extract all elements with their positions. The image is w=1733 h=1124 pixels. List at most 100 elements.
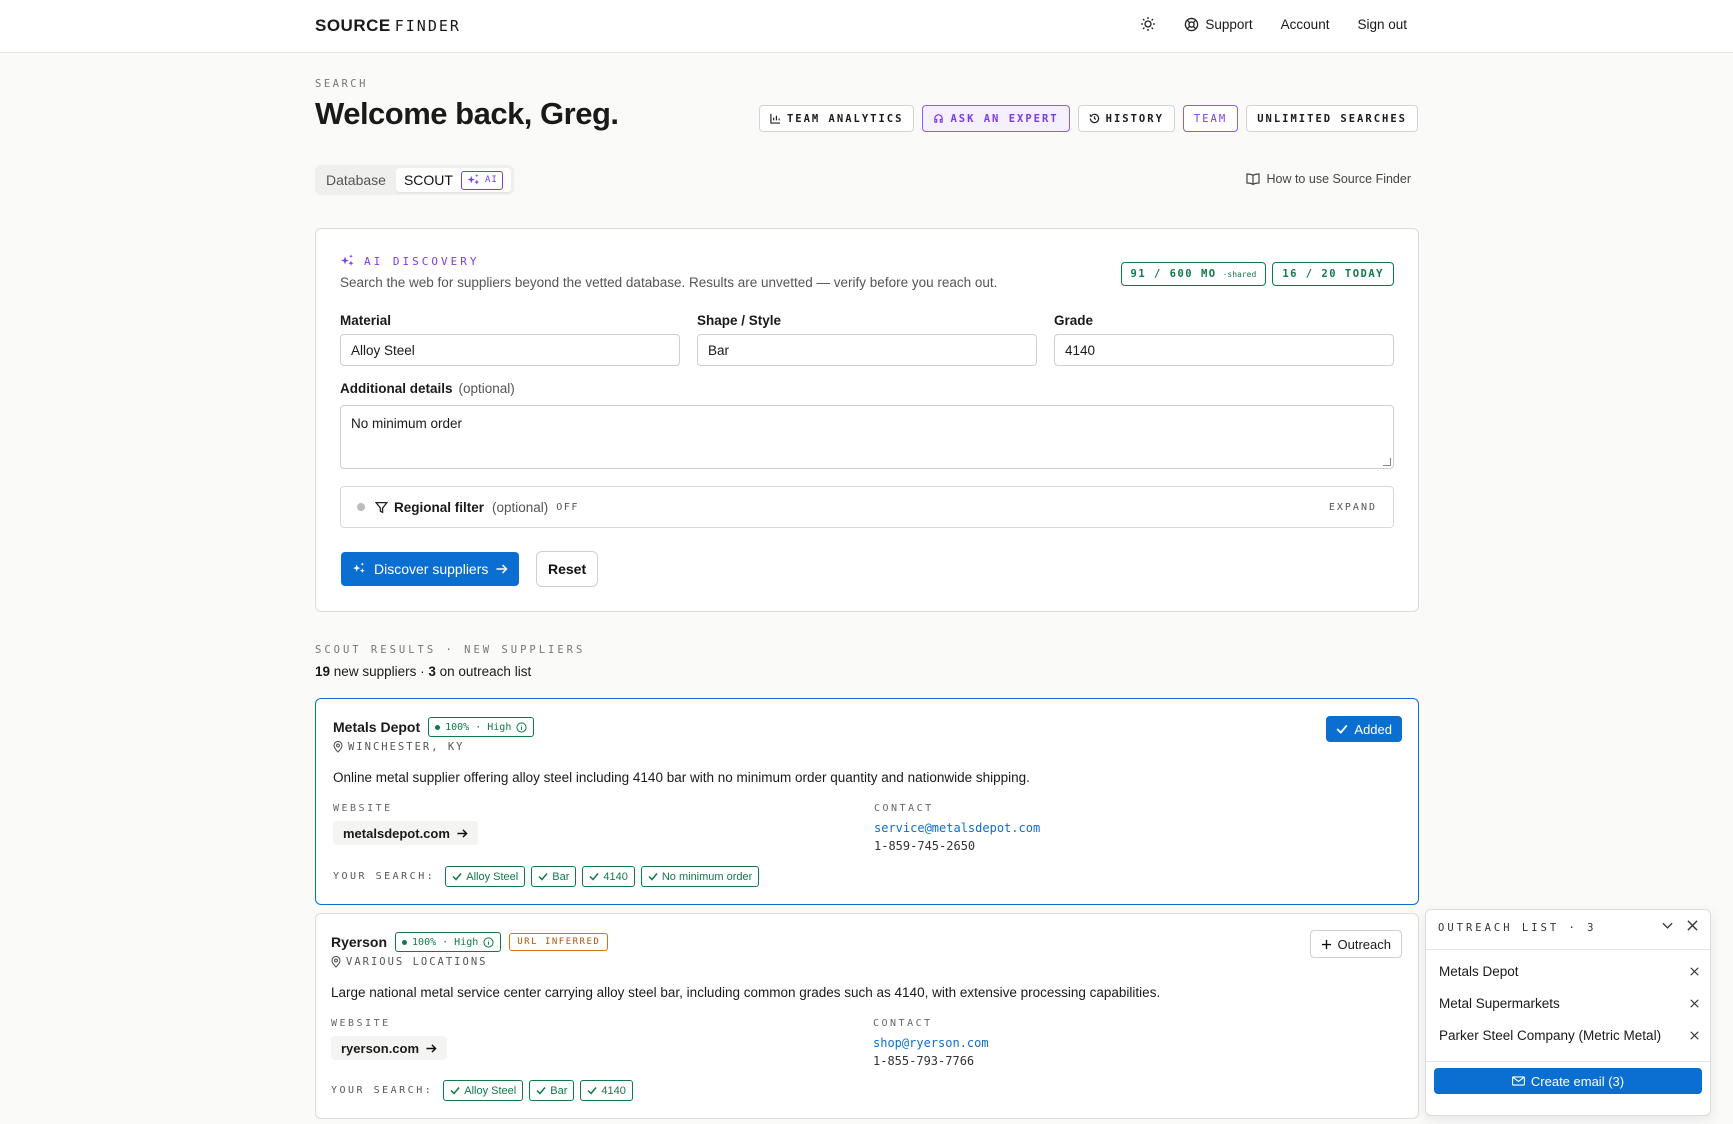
divider — [1426, 949, 1710, 950]
mode-database-tab[interactable]: Database — [318, 168, 394, 192]
bar-chart-icon — [770, 113, 781, 124]
monthly-quota-note: ·shared — [1222, 269, 1257, 279]
quota-badges: 91 / 600 MO ·shared 16 / 20 TODAY — [1120, 262, 1394, 286]
check-icon — [648, 873, 658, 881]
match-chip-text: Alloy Steel — [466, 870, 519, 883]
arrow-right-icon — [457, 828, 468, 838]
website-link[interactable]: metalsdepot.com — [333, 821, 478, 845]
ask-expert-label: ASK AN EXPERT — [950, 112, 1059, 125]
material-input[interactable]: Alloy Steel — [340, 334, 680, 366]
remove-icon[interactable] — [1690, 1031, 1699, 1040]
map-pin-icon — [333, 741, 343, 753]
discover-suppliers-button[interactable]: Discover suppliers — [341, 552, 520, 586]
regional-status-dot — [357, 503, 365, 511]
ai-discovery-card: AI DISCOVERY Search the web for supplier… — [315, 228, 1419, 612]
how-to-link[interactable]: How to use Source Finder — [1246, 172, 1411, 186]
match-chip: 4140 — [582, 866, 635, 887]
match-chip: Alloy Steel — [445, 866, 526, 887]
regional-expand-button[interactable]: EXPAND — [1329, 502, 1377, 513]
support-label: Support — [1205, 16, 1253, 32]
results-count: 19 new suppliers · 3 on outreach list — [315, 664, 531, 679]
close-icon[interactable] — [1687, 920, 1698, 931]
match-chip: Bar — [531, 866, 577, 887]
add-to-outreach-button[interactable]: Outreach — [1309, 930, 1402, 958]
shape-field: Shape / Style Bar — [697, 313, 1037, 366]
result-card-metals-depot[interactable]: Metals Depot 100% · High WINCHESTER, KY … — [315, 698, 1419, 905]
grade-input[interactable]: 4140 — [1054, 334, 1394, 366]
match-chip-text: Bar — [552, 870, 570, 883]
supplier-location-text: WINCHESTER, KY — [348, 741, 465, 753]
outreach-label: Outreach — [1337, 936, 1391, 952]
confidence-dot — [435, 724, 441, 730]
brand-logo[interactable]: SOURCE FINDER — [315, 16, 461, 36]
contact-email[interactable]: shop@ryerson.com — [873, 1036, 989, 1050]
additional-details-textarea[interactable]: No minimum order — [340, 405, 1394, 469]
remove-icon[interactable] — [1690, 967, 1699, 976]
contact-email[interactable]: service@metalsdepot.com — [874, 821, 1040, 835]
contact-heading: CONTACT — [873, 1018, 933, 1029]
ai-badge: AI — [460, 170, 503, 190]
result-card-ryerson[interactable]: Ryerson 100% · High URL INFERRED VARIOUS… — [315, 913, 1419, 1119]
remove-icon[interactable] — [1690, 999, 1699, 1008]
added-button[interactable]: Added — [1326, 716, 1402, 742]
team-analytics-button[interactable]: TEAM ANALYTICS — [758, 105, 915, 132]
daily-quota-badge: 16 / 20 TODAY — [1272, 262, 1394, 286]
shape-input[interactable]: Bar — [697, 334, 1037, 366]
regional-filter-optional: (optional) — [492, 499, 549, 515]
supplier-description: Large national metal service center carr… — [331, 985, 1161, 1000]
chevron-down-icon[interactable] — [1662, 922, 1673, 930]
map-pin-icon — [331, 956, 341, 968]
supplier-location: VARIOUS LOCATIONS — [331, 956, 487, 968]
history-button[interactable]: HISTORY — [1077, 105, 1175, 132]
info-icon — [516, 721, 527, 733]
grade-label: Grade — [1054, 313, 1094, 328]
website-heading: WEBSITE — [331, 1018, 391, 1029]
account-link[interactable]: Account — [1281, 17, 1330, 32]
confidence-badge[interactable]: 100% · High — [428, 717, 535, 737]
additional-details-title: Additional details — [340, 381, 453, 396]
mail-icon — [1511, 1076, 1525, 1086]
ai-discovery-label: AI DISCOVERY — [340, 254, 479, 269]
supplier-location-text: VARIOUS LOCATIONS — [346, 956, 488, 968]
support-link[interactable]: Support — [1184, 16, 1253, 32]
confidence-value: 100% · High — [445, 721, 512, 733]
confidence-badge[interactable]: 100% · High — [395, 932, 502, 952]
page-title: Welcome back, Greg. — [315, 96, 619, 131]
outreach-panel-controls — [1662, 920, 1698, 931]
mode-scout-tab[interactable]: SCOUT AI — [395, 168, 511, 192]
regional-filter-label: Regional filter — [394, 499, 485, 515]
check-icon — [538, 873, 548, 881]
check-icon — [1336, 724, 1348, 734]
sparkles-icon — [341, 254, 354, 266]
monthly-quota-value: 91 / 600 MO — [1130, 268, 1217, 280]
ask-expert-button[interactable]: ASK AN EXPERT — [922, 105, 1070, 132]
theme-toggle-button[interactable] — [1140, 16, 1156, 32]
unlimited-searches-badge: UNLIMITED SEARCHES — [1246, 105, 1418, 132]
contact-heading: CONTACT — [874, 803, 934, 814]
website-heading: WEBSITE — [333, 803, 393, 814]
discover-suppliers-label: Discover suppliers — [374, 561, 489, 577]
supplier-description: Online metal supplier offering alloy ste… — [333, 770, 1030, 785]
match-chip: Alloy Steel — [443, 1080, 524, 1101]
search-mode-toggle: Database SCOUT AI — [315, 165, 514, 195]
reset-button[interactable]: Reset — [536, 551, 599, 587]
supplier-location: WINCHESTER, KY — [333, 741, 465, 753]
book-icon — [1246, 173, 1261, 185]
create-email-button[interactable]: Create email (3) — [1434, 1068, 1702, 1094]
check-icon — [450, 1087, 460, 1095]
grade-field: Grade 4140 — [1054, 313, 1394, 366]
sign-out-link[interactable]: Sign out — [1357, 17, 1407, 32]
supplier-name-row: Metals Depot 100% · High — [333, 717, 535, 737]
info-icon — [483, 936, 494, 948]
check-icon — [452, 873, 462, 881]
regional-filter-toggle[interactable]: Regional filter (optional) OFF EXPAND — [340, 486, 1394, 528]
list-count: 3 — [428, 664, 436, 679]
match-chip: 4140 — [580, 1080, 633, 1101]
outreach-item-name: Parker Steel Company (Metric Metal) — [1439, 1028, 1662, 1043]
resize-handle[interactable] — [1383, 458, 1391, 466]
website-link[interactable]: ryerson.com — [331, 1036, 448, 1060]
outreach-list-item: Parker Steel Company (Metric Metal) — [1439, 1028, 1699, 1043]
additional-details-label: Additional details (optional) — [340, 381, 515, 396]
history-label: HISTORY — [1105, 112, 1164, 125]
your-search-matches: YOUR SEARCH: Alloy Steel Bar 4140 — [331, 1080, 633, 1101]
